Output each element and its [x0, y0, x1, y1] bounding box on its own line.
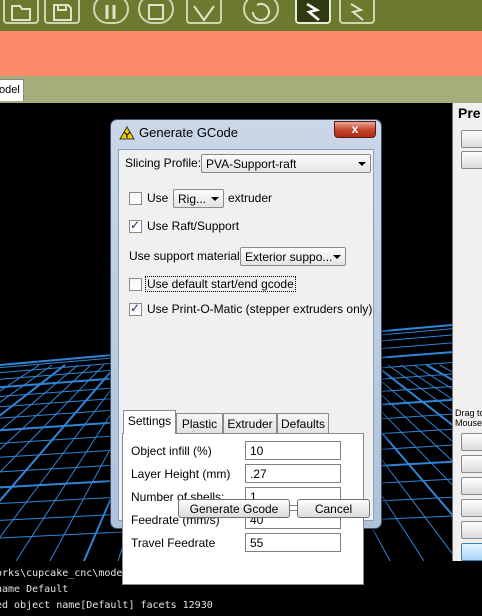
drag-hint-line2: Mouse [455, 418, 482, 428]
view-button-3[interactable] [461, 477, 482, 495]
main-toolbar [0, 0, 482, 31]
open-file-icon[interactable] [3, 0, 39, 24]
pause-icon[interactable] [93, 0, 129, 24]
save-file-icon[interactable] [44, 0, 80, 24]
view-button-2[interactable] [461, 455, 482, 473]
grid-line [0, 364, 118, 503]
dialog-tab-area: Settings Plastic Extruder Defaults Objec… [110, 119, 382, 585]
travel-feedrate-field[interactable]: 55 [245, 533, 341, 552]
layer-height-field[interactable]: .27 [245, 464, 341, 483]
gcode-icon[interactable] [295, 0, 331, 24]
gcode-alt-icon[interactable] [339, 0, 375, 24]
tab-model[interactable]: odel [0, 79, 24, 101]
preview-panel-title: Pre [458, 105, 481, 121]
view-button-4[interactable] [461, 499, 482, 517]
tab-settings[interactable]: Settings [123, 410, 176, 434]
document-tab-strip: odel [0, 76, 482, 103]
view-icon[interactable] [186, 0, 222, 24]
tab-plastic[interactable]: Plastic [176, 413, 223, 433]
stop-icon[interactable] [138, 0, 174, 24]
object-infill-label: Object infill (%) [131, 444, 212, 458]
preview-button-1[interactable] [461, 130, 482, 148]
tab-defaults[interactable]: Defaults [277, 413, 329, 433]
view-button-6[interactable] [461, 543, 482, 561]
object-infill-field[interactable]: 10 [245, 441, 341, 460]
travel-feedrate-label: Travel Feedrate [131, 536, 216, 550]
grid-line [0, 364, 105, 473]
drag-hint: Drag to Mouse [455, 408, 482, 428]
view-button-5[interactable] [461, 521, 482, 539]
generate-gcode-button[interactable]: Generate Gcode [178, 499, 290, 518]
layer-height-label: Layer Height (mm) [131, 467, 231, 481]
cancel-button[interactable]: Cancel [297, 499, 370, 518]
refresh-icon[interactable] [243, 0, 279, 24]
preview-button-2[interactable] [461, 151, 482, 169]
tab-extruder[interactable]: Extruder [223, 413, 277, 433]
view-button-1[interactable] [461, 433, 482, 451]
preview-panel: Pre Drag to Mouse [452, 103, 482, 561]
console-line: ed object name[Default] facets 12930 [0, 600, 213, 611]
drag-hint-line1: Drag to [455, 408, 482, 418]
status-band [0, 31, 482, 76]
grid-line [0, 364, 92, 451]
